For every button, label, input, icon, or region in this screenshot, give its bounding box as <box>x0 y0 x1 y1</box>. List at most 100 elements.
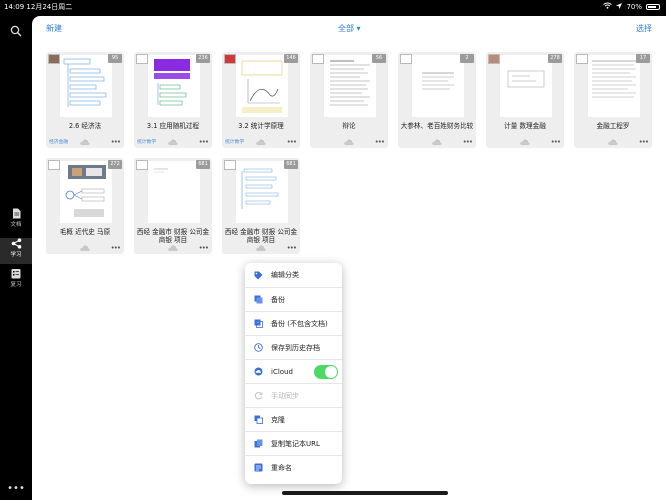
clone-icon <box>254 415 263 424</box>
card-count-badge: 2 <box>460 54 474 63</box>
cloud-icon <box>80 245 90 251</box>
more-options-icon[interactable]: ••• <box>111 138 121 146</box>
history-icon <box>254 343 263 352</box>
menu-item-manual-sync: 手动同步 <box>245 383 342 407</box>
notebook-card[interactable]: 272 毛概 近代史 马原 ••• <box>46 158 124 254</box>
notebook-card[interactable]: 146 3.2 统计学原理 统计数学 ••• <box>222 52 300 148</box>
menu-item-edit-category[interactable]: 编辑分类 <box>245 263 342 287</box>
status-time: 14:09 <box>4 3 25 11</box>
menu-item-copy-url[interactable]: 复制笔记本URL <box>245 431 342 455</box>
notebook-title: 辩论 <box>342 122 356 130</box>
notebook-thumbnail <box>236 55 288 117</box>
notebook-grid: 95 2.6 经济法 经济金融 ••• 236 3.1 应用随机过程 统计数学 <box>32 52 666 272</box>
cloud-icon <box>80 139 90 145</box>
review-icon <box>0 268 32 279</box>
card-count-badge: 56 <box>372 54 386 63</box>
notebook-cover-icon <box>224 54 236 64</box>
cloud-icon <box>168 245 178 251</box>
sidebar-rail: 文档 学习 复习 ••• <box>0 12 32 500</box>
card-count-badge: 681 <box>196 160 210 169</box>
sidebar-item-docs[interactable]: 文档 <box>0 208 32 234</box>
icloud-icon <box>254 367 263 376</box>
icloud-toggle[interactable] <box>314 365 338 379</box>
notebook-thumbnail <box>500 55 552 117</box>
select-button[interactable]: 选择 <box>636 23 652 34</box>
menu-item-icloud[interactable]: iCloud <box>245 359 342 383</box>
card-count-badge: 272 <box>108 160 122 169</box>
notebook-thumbnail <box>148 55 200 117</box>
menu-item-rename[interactable]: 重命名 <box>245 455 342 479</box>
home-indicator <box>282 491 448 495</box>
category-filter[interactable]: 全部 ▾ <box>338 23 361 34</box>
notebook-title: 西经 金融市 财报 公司金 商银 项目 <box>136 228 210 244</box>
status-date: 12月24日周二 <box>26 3 73 11</box>
notebook-card[interactable]: 278 计量 数理金融 ••• <box>486 52 564 148</box>
notebook-thumbnail <box>236 161 288 223</box>
notebook-card[interactable]: 95 2.6 经济法 经济金融 ••• <box>46 52 124 148</box>
menu-item-label: iCloud <box>271 367 293 376</box>
notebook-cover-icon <box>48 160 60 170</box>
notebook-thumbnail <box>60 55 112 117</box>
more-options-icon[interactable]: ••• <box>639 138 649 146</box>
more-options-icon[interactable]: ••• <box>199 244 209 252</box>
more-options-icon[interactable]: ••• <box>287 138 297 146</box>
notebook-card[interactable]: 2 大参林、老百姓财务比较 ••• <box>398 52 476 148</box>
cloud-icon <box>256 245 266 251</box>
notebook-card[interactable]: 681 西经 金融市 财报 公司金 商银 项目 ••• <box>222 158 300 254</box>
notebook-cover-icon <box>312 54 324 64</box>
notebook-cover-icon <box>48 54 60 64</box>
card-count-badge: 681 <box>284 160 298 169</box>
battery-percent: 70% <box>626 2 642 11</box>
sidebar-item-study[interactable]: 学习 <box>0 238 32 264</box>
notebook-tag: 统计数学 <box>137 140 157 145</box>
copy-url-icon <box>254 439 263 448</box>
cloud-icon <box>256 139 266 145</box>
new-button[interactable]: 新建 <box>46 23 62 34</box>
menu-item-backup[interactable]: 备份 <box>245 287 342 311</box>
more-options-icon[interactable]: ••• <box>287 244 297 252</box>
cloud-icon <box>344 139 354 145</box>
card-count-badge: 146 <box>284 54 298 63</box>
more-options-icon[interactable]: ••• <box>111 244 121 252</box>
more-options-icon[interactable]: ••• <box>551 138 561 146</box>
menu-item-label: 克隆 <box>271 415 285 424</box>
cloud-icon <box>432 139 442 145</box>
menu-item-backup-no-docs[interactable]: 备份 (不包含文档) <box>245 311 342 335</box>
rename-icon <box>254 463 263 472</box>
notebook-cover-icon <box>136 160 148 170</box>
backup-icon <box>254 295 263 304</box>
tag-icon <box>254 271 263 279</box>
notebook-thumbnail <box>324 55 376 117</box>
more-options-icon[interactable]: ••• <box>375 138 385 146</box>
wifi-icon <box>603 2 613 11</box>
sidebar-item-review[interactable]: 复习 <box>0 268 32 294</box>
notebook-card[interactable]: 236 3.1 应用随机过程 统计数学 ••• <box>134 52 212 148</box>
cloud-icon <box>520 139 530 145</box>
more-icon[interactable]: ••• <box>6 484 26 494</box>
notebook-title: 计量 数理金融 <box>504 122 546 130</box>
notebook-title: 大参林、老百姓财务比较 <box>400 122 474 130</box>
more-options-icon[interactable]: ••• <box>199 138 209 146</box>
menu-item-clone[interactable]: 克隆 <box>245 407 342 431</box>
more-options-icon[interactable]: ••• <box>463 138 473 146</box>
menu-item-save-history[interactable]: 保存到历史存档 <box>245 335 342 359</box>
main-panel: 新建 全部 ▾ 选择 95 2.6 经济法 经济金融 ••• 236 3.1 应… <box>32 16 666 500</box>
notebook-card[interactable]: 681 西经 金融市 财报 公司金 商银 项目 ••• <box>134 158 212 254</box>
share-icon <box>0 238 32 249</box>
notebook-context-menu: 编辑分类 备份 备份 (不包含文档) 保存到历史存档 iCloud 手动同步 克… <box>245 263 342 484</box>
menu-item-label: 备份 <box>271 295 285 304</box>
battery-icon <box>646 3 660 10</box>
notebook-card[interactable]: 17 金融工程罗 ••• <box>574 52 652 148</box>
card-count-badge: 17 <box>636 54 650 63</box>
notebook-cover-icon <box>224 160 236 170</box>
notebook-tag: 经济金融 <box>49 140 69 145</box>
menu-item-label: 手动同步 <box>271 391 299 400</box>
notebook-card[interactable]: 56 辩论 ••• <box>310 52 388 148</box>
document-icon <box>0 208 32 219</box>
location-icon <box>616 2 623 11</box>
search-icon[interactable] <box>10 22 22 37</box>
menu-item-label: 复制笔记本URL <box>271 439 320 448</box>
cloud-icon <box>608 139 618 145</box>
menu-item-label: 重命名 <box>271 463 292 472</box>
status-bar: 14:09 12月24日周二 70% <box>0 0 666 12</box>
